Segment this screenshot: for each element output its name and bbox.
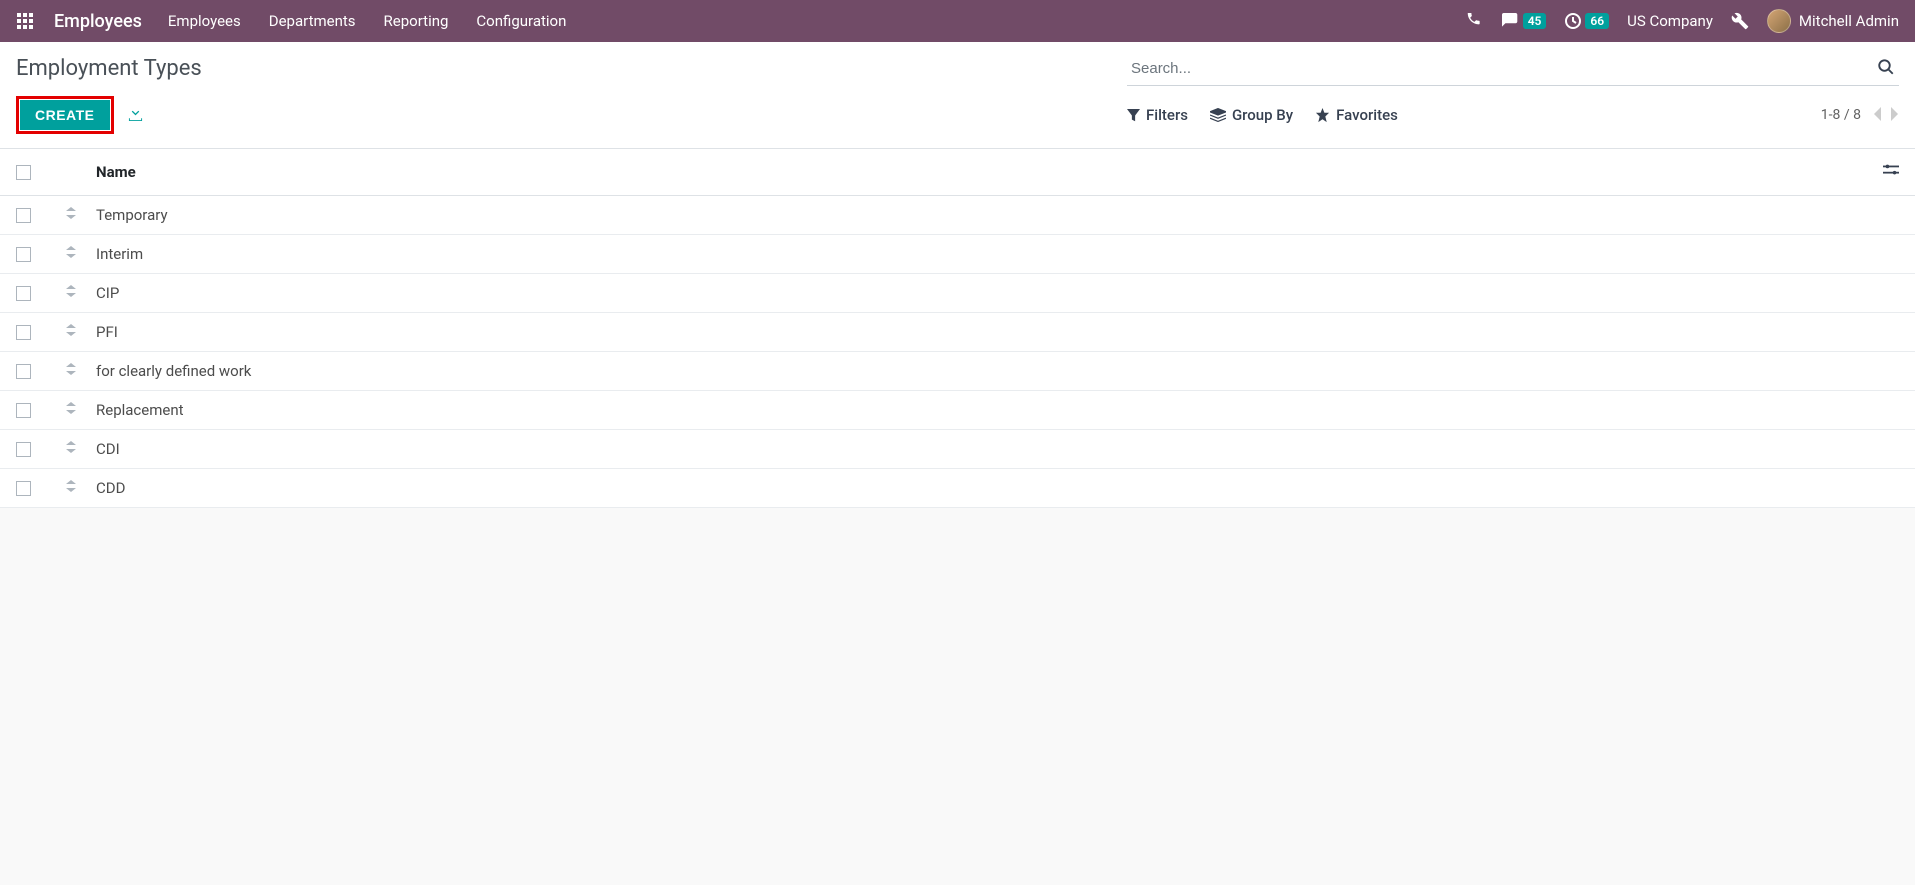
row-checkbox[interactable] [16, 325, 31, 340]
list-view: Name Temporary Interim CIP [0, 149, 1915, 508]
drag-handle-icon[interactable] [66, 246, 96, 262]
row-name: for clearly defined work [96, 362, 1899, 380]
row-name: CDD [96, 479, 1899, 497]
table-row[interactable]: CIP [0, 274, 1915, 313]
drag-handle-icon[interactable] [66, 402, 96, 418]
row-checkbox[interactable] [16, 442, 31, 457]
header-name[interactable]: Name [96, 163, 1869, 181]
pager-prev-icon[interactable] [1873, 106, 1883, 125]
pager-nav [1873, 106, 1899, 125]
app-brand[interactable]: Employees [54, 11, 142, 32]
top-navbar: Employees Employees Departments Reportin… [0, 0, 1915, 42]
row-checkbox[interactable] [16, 403, 31, 418]
cp-top: Employment Types [16, 52, 1899, 86]
search-filters: Filters Group By Favorites [1127, 106, 1398, 124]
search-wrapper [1127, 52, 1899, 86]
user-menu[interactable]: Mitchell Admin [1767, 9, 1899, 33]
create-highlight: CREATE [16, 96, 114, 134]
table-body: Temporary Interim CIP PFI for clearl [0, 196, 1915, 508]
column-settings-icon[interactable] [1869, 163, 1899, 181]
row-checkbox-col [16, 364, 66, 379]
cp-right: Filters Group By Favorites 1-8 / 8 [1127, 106, 1899, 125]
cp-bottom: CREATE Filters Group By Favorites [16, 96, 1899, 134]
apps-icon[interactable] [16, 12, 34, 30]
username: Mitchell Admin [1799, 12, 1899, 30]
drag-handle-icon[interactable] [66, 480, 96, 496]
nav-departments[interactable]: Departments [269, 12, 356, 30]
voip-icon[interactable] [1466, 13, 1484, 29]
row-name: Interim [96, 245, 1899, 263]
table-row[interactable]: CDI [0, 430, 1915, 469]
page-title: Employment Types [16, 56, 202, 81]
favorites-button[interactable]: Favorites [1315, 106, 1398, 124]
user-avatar [1767, 9, 1791, 33]
nav-menu: Employees Departments Reporting Configur… [168, 12, 566, 30]
row-name: PFI [96, 323, 1899, 341]
navbar-right: 45 66 US Company Mitchell Admin [1466, 9, 1899, 33]
table-row[interactable]: PFI [0, 313, 1915, 352]
row-name: Temporary [96, 206, 1899, 224]
export-icon[interactable] [128, 106, 143, 125]
row-checkbox-col [16, 247, 66, 262]
drag-handle-icon[interactable] [66, 324, 96, 340]
row-name: CDI [96, 440, 1899, 458]
pager-next-icon[interactable] [1889, 106, 1899, 125]
row-name: Replacement [96, 401, 1899, 419]
row-checkbox-col [16, 208, 66, 223]
row-name: CIP [96, 284, 1899, 302]
cp-left: CREATE [16, 96, 143, 134]
row-checkbox[interactable] [16, 364, 31, 379]
messages-systray[interactable]: 45 [1502, 13, 1547, 29]
nav-reporting[interactable]: Reporting [384, 12, 449, 30]
table-row[interactable]: Interim [0, 235, 1915, 274]
control-panel: Employment Types CREATE Filters [0, 42, 1915, 149]
table-row[interactable]: Replacement [0, 391, 1915, 430]
company-selector[interactable]: US Company [1627, 12, 1713, 30]
activities-systray[interactable]: 66 [1564, 12, 1609, 30]
drag-handle-icon[interactable] [66, 441, 96, 457]
create-button[interactable]: CREATE [20, 100, 110, 130]
row-checkbox[interactable] [16, 286, 31, 301]
row-checkbox-col [16, 403, 66, 418]
table-header: Name [0, 149, 1915, 196]
drag-handle-icon[interactable] [66, 363, 96, 379]
drag-handle-icon[interactable] [66, 207, 96, 223]
table-row[interactable]: CDD [0, 469, 1915, 508]
messages-badge: 45 [1523, 13, 1547, 29]
header-checkbox-col [16, 165, 66, 180]
row-checkbox-col [16, 442, 66, 457]
filters-label: Filters [1146, 106, 1188, 124]
select-all-checkbox[interactable] [16, 165, 31, 180]
pager-text[interactable]: 1-8 / 8 [1821, 107, 1861, 123]
search-icon[interactable] [1877, 58, 1895, 80]
favorites-label: Favorites [1336, 106, 1398, 124]
search-input[interactable] [1131, 56, 1877, 81]
table-row[interactable]: for clearly defined work [0, 352, 1915, 391]
groupby-label: Group By [1232, 106, 1293, 124]
drag-handle-icon[interactable] [66, 285, 96, 301]
row-checkbox[interactable] [16, 208, 31, 223]
groupby-button[interactable]: Group By [1210, 106, 1293, 124]
activities-badge: 66 [1585, 13, 1609, 29]
debug-icon[interactable] [1731, 12, 1749, 30]
navbar-left: Employees Employees Departments Reportin… [16, 11, 566, 32]
row-checkbox-col [16, 481, 66, 496]
table-row[interactable]: Temporary [0, 196, 1915, 235]
row-checkbox[interactable] [16, 481, 31, 496]
row-checkbox-col [16, 286, 66, 301]
nav-employees[interactable]: Employees [168, 12, 241, 30]
nav-configuration[interactable]: Configuration [476, 12, 566, 30]
row-checkbox-col [16, 325, 66, 340]
row-checkbox[interactable] [16, 247, 31, 262]
filters-button[interactable]: Filters [1127, 106, 1188, 124]
pager-section: 1-8 / 8 [1821, 106, 1899, 125]
